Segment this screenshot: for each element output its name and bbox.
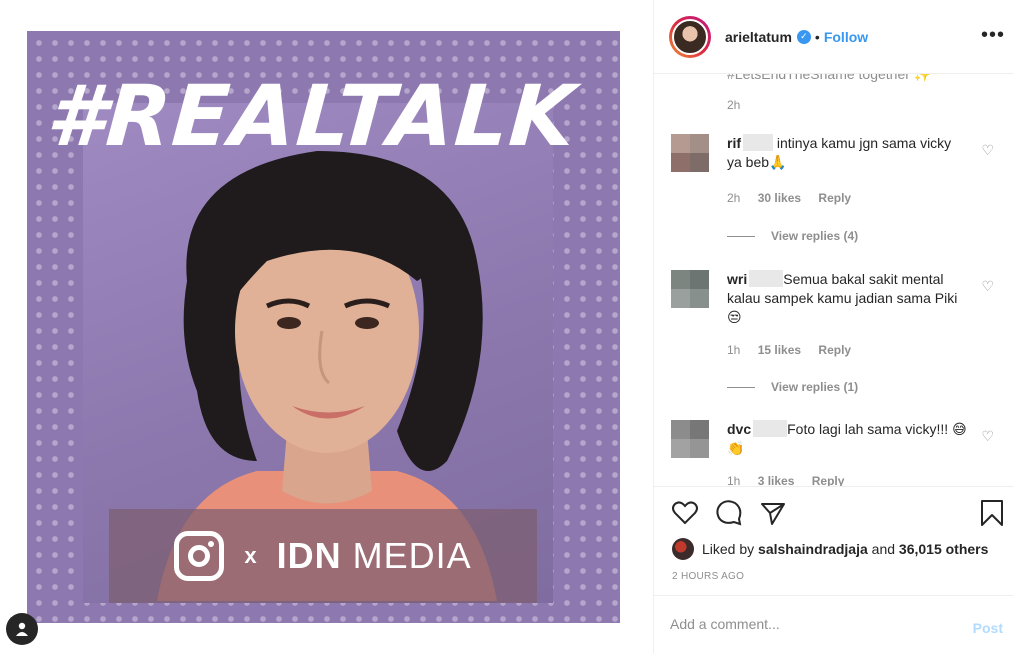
post-timestamp: 2 HOURS AGO	[672, 571, 745, 582]
comment-icon[interactable]	[715, 499, 743, 527]
comment-meta: 1h 3 likes Reply	[727, 474, 845, 486]
action-bar	[654, 486, 1014, 538]
reply-button[interactable]: Reply	[812, 474, 845, 486]
comment-like-heart-icon[interactable]: ♡	[981, 278, 994, 295]
redacted-name	[743, 134, 773, 151]
commenter-username[interactable]: wri	[727, 271, 747, 287]
commenter-username[interactable]: dvc	[727, 421, 751, 437]
header-separator: •	[814, 28, 820, 45]
post-page: #REALTALK x IDN MEDIA arieltatum ✓ • Fol…	[0, 0, 1014, 653]
comment-like-heart-icon[interactable]: ♡	[981, 142, 994, 159]
view-replies-button[interactable]: View replies (4)	[727, 229, 858, 243]
caption-tail: #LetsEndTheShame together ✨	[727, 74, 932, 82]
likes-summary[interactable]: Liked by salshaindradjaja and 36,015 oth…	[672, 538, 988, 560]
liker-username[interactable]: salshaindradjaja	[758, 541, 868, 557]
instagram-logo-icon	[174, 531, 225, 581]
post-side-panel: arieltatum ✓ • Follow ••• #LetsEndTheSha…	[653, 0, 1014, 653]
redacted-name	[753, 420, 788, 437]
hashtag-title: #REALTALK	[43, 67, 579, 165]
post-comment-button[interactable]: Post	[973, 620, 1003, 636]
likes-count[interactable]: 36,015 others	[899, 541, 989, 557]
comments-list[interactable]: #LetsEndTheShame together ✨ 2h rif intin…	[654, 74, 1014, 486]
comment-text: wri Semua bakal sakit mental kalau sampek…	[727, 270, 958, 325]
add-comment-bar: Post	[654, 595, 1014, 653]
reply-button[interactable]: Reply	[818, 343, 851, 357]
bookmark-icon[interactable]	[978, 499, 1006, 527]
heart-icon[interactable]	[671, 499, 699, 527]
comment-text: dvc Foto lagi lah sama vicky!!! 😅👏	[727, 420, 967, 456]
liker-avatar[interactable]	[672, 538, 694, 560]
more-options-icon[interactable]: •••	[981, 24, 1005, 47]
brand-name: IDN MEDIA	[276, 535, 472, 576]
author-avatar[interactable]	[669, 15, 711, 58]
profile-icon[interactable]	[6, 613, 38, 645]
reply-button[interactable]: Reply	[818, 191, 851, 205]
commenter-avatar[interactable]	[671, 270, 709, 308]
verified-icon: ✓	[796, 29, 811, 44]
comment-meta: 2h 30 likes Reply	[727, 191, 852, 205]
commenter-username[interactable]: rif	[727, 135, 741, 151]
commenter-avatar[interactable]	[671, 420, 709, 458]
post-image[interactable]: #REALTALK x IDN MEDIA	[27, 31, 620, 623]
share-icon[interactable]	[759, 499, 787, 527]
follow-button[interactable]: Follow	[824, 29, 868, 45]
view-replies-button[interactable]: View replies (1)	[727, 380, 858, 394]
commenter-avatar[interactable]	[671, 134, 709, 172]
post-header: arieltatum ✓ • Follow •••	[654, 0, 1014, 74]
author-username[interactable]: arieltatum	[725, 29, 792, 45]
comment-text: rif intinya kamu jgn sama vicky ya beb🙏	[727, 134, 952, 170]
redacted-name	[749, 270, 784, 287]
comment-input[interactable]	[670, 616, 950, 632]
comment-meta: 1h 15 likes Reply	[727, 343, 852, 357]
comment-like-heart-icon[interactable]: ♡	[981, 428, 994, 445]
caption-time: 2h	[727, 98, 741, 112]
brand-x: x	[244, 543, 257, 568]
brand-bar: x IDN MEDIA	[109, 509, 537, 603]
